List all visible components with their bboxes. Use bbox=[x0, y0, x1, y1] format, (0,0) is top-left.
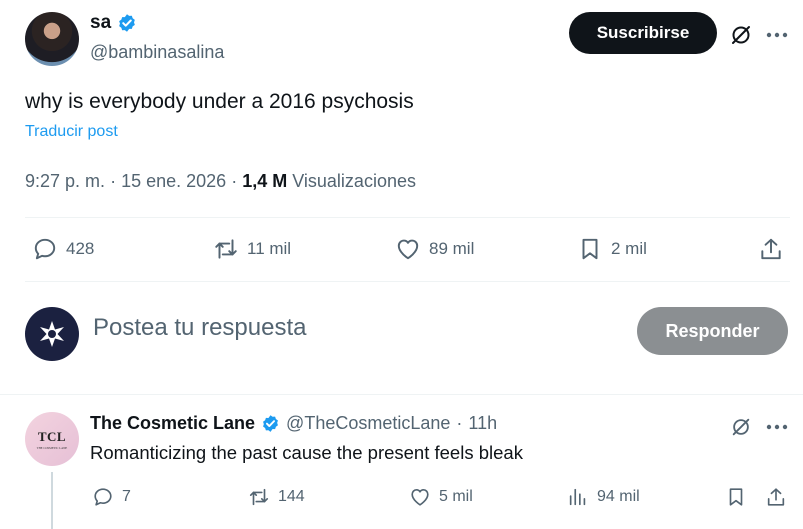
divider bbox=[25, 217, 790, 218]
bookmark-icon bbox=[729, 488, 743, 506]
share-button[interactable] bbox=[758, 236, 784, 262]
verified-badge-icon bbox=[119, 14, 135, 32]
bookmark-count: 2 mil bbox=[611, 239, 647, 258]
views-label: Visualizaciones bbox=[292, 171, 416, 191]
translate-link[interactable]: Traducir post bbox=[25, 123, 118, 141]
reply-author-handle[interactable]: @TheCosmeticLane bbox=[286, 413, 450, 434]
reply-submit-button[interactable]: Responder bbox=[637, 307, 788, 355]
like-icon bbox=[411, 489, 429, 506]
post-time[interactable]: 9:27 p. m. bbox=[25, 171, 105, 191]
like-action[interactable]: 89 mil bbox=[395, 236, 474, 262]
reply-icon bbox=[34, 238, 56, 260]
verified-badge-icon bbox=[263, 415, 278, 432]
author-name[interactable]: sa bbox=[90, 12, 111, 34]
repost-icon bbox=[215, 239, 237, 259]
divider bbox=[0, 394, 803, 395]
grok-icon[interactable] bbox=[727, 22, 755, 48]
post-meta: 9:27 p. m. · 15 ene. 2026 · 1,4 M Visual… bbox=[25, 171, 416, 191]
reply-reply-action[interactable]: 7 bbox=[92, 486, 131, 508]
reply-author-name[interactable]: The Cosmetic Lane bbox=[90, 413, 255, 434]
reply-like-action[interactable]: 5 mil bbox=[409, 486, 473, 508]
avatar-monogram: TCL bbox=[37, 428, 67, 444]
views-count: 1,4 M bbox=[242, 171, 288, 191]
subscribe-button[interactable]: Suscribirse bbox=[569, 12, 717, 54]
reply-repost-action[interactable]: 144 bbox=[248, 486, 305, 508]
reply-text: Romanticizing the past cause the present… bbox=[90, 442, 523, 463]
repost-count: 11 mil bbox=[247, 239, 292, 258]
author-handle[interactable]: @bambinasalina bbox=[90, 42, 224, 63]
reply-header: The Cosmetic Lane @TheCosmeticLane · 11h bbox=[90, 413, 497, 434]
reply-action[interactable]: 428 bbox=[32, 236, 94, 262]
reply-author-avatar[interactable]: TCL THE COSMETIC LANE bbox=[25, 412, 79, 466]
bookmark-action[interactable]: 2 mil bbox=[577, 236, 647, 262]
repost-action[interactable]: 11 mil bbox=[213, 236, 291, 262]
divider bbox=[25, 281, 790, 282]
repost-icon bbox=[249, 488, 269, 506]
reply-reply-count: 7 bbox=[122, 488, 131, 505]
grok-icon[interactable] bbox=[728, 414, 754, 440]
reply-time[interactable]: 11h bbox=[468, 413, 497, 434]
reply-bookmark-action[interactable] bbox=[725, 486, 747, 508]
analytics-icon bbox=[569, 488, 586, 506]
reply-input[interactable]: Postea tu respuesta bbox=[93, 314, 306, 342]
user-avatar-icon[interactable] bbox=[25, 307, 79, 361]
like-count: 89 mil bbox=[429, 239, 475, 258]
reply-views-action[interactable]: 94 mil bbox=[567, 486, 640, 508]
reply-repost-count: 144 bbox=[278, 488, 305, 505]
reply-like-count: 5 mil bbox=[439, 488, 473, 505]
post-date[interactable]: 15 ene. 2026 bbox=[121, 171, 226, 191]
author-name-row[interactable]: sa bbox=[90, 12, 137, 34]
share-icon bbox=[767, 488, 785, 506]
author-avatar[interactable] bbox=[25, 12, 79, 66]
bookmark-icon bbox=[582, 238, 598, 260]
reply-count: 428 bbox=[66, 239, 95, 258]
post-text: why is everybody under a 2016 psychosis bbox=[25, 90, 414, 113]
reply-views-count: 94 mil bbox=[597, 488, 640, 505]
reply-share-button[interactable] bbox=[765, 486, 787, 508]
like-icon bbox=[397, 239, 419, 260]
reply-icon bbox=[94, 488, 112, 506]
thread-line bbox=[51, 472, 53, 529]
share-icon bbox=[761, 238, 781, 260]
more-icon[interactable] bbox=[765, 414, 789, 440]
reply-separator: · bbox=[456, 413, 463, 433]
avatar-subtext: THE COSMETIC LANE bbox=[36, 445, 68, 450]
more-icon[interactable] bbox=[765, 22, 789, 48]
